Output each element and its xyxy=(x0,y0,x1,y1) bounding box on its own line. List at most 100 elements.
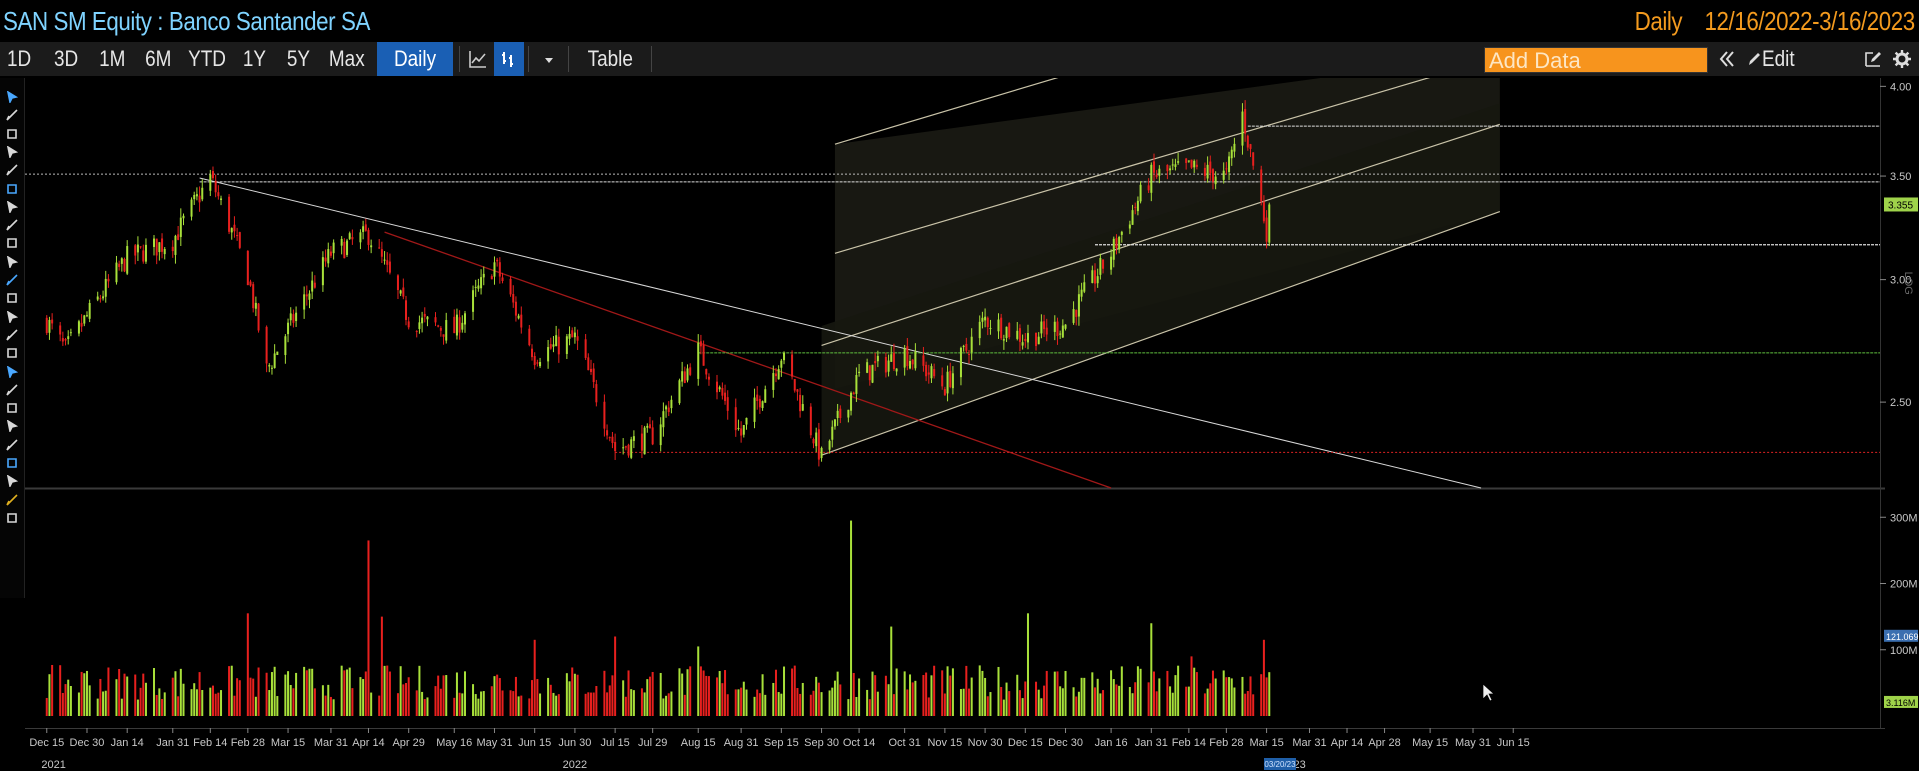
volume-bar xyxy=(1136,666,1139,716)
candle-body xyxy=(1190,159,1193,168)
add-data-field[interactable] xyxy=(1484,47,1708,73)
candle-body xyxy=(592,368,595,383)
caret-down-icon[interactable] xyxy=(534,42,564,76)
candle-body xyxy=(589,368,592,372)
candle-body xyxy=(892,352,895,370)
period-1d-button[interactable]: 1D xyxy=(0,42,38,76)
candle-body xyxy=(276,351,279,355)
x-tick-label: Mar 15 xyxy=(1249,737,1283,749)
volume-bar xyxy=(1174,675,1177,716)
candle-body xyxy=(815,432,818,447)
volume-bar xyxy=(292,688,295,716)
ohlc-bar-icon[interactable] xyxy=(494,42,524,76)
candle-body xyxy=(509,278,512,295)
volume-bar xyxy=(402,684,405,716)
candle-body xyxy=(386,260,389,265)
volume-bar xyxy=(772,682,775,716)
volume-bar xyxy=(689,666,692,716)
volume-bar xyxy=(472,684,475,716)
toolbar-divider xyxy=(528,46,529,72)
gear-icon[interactable] xyxy=(1888,42,1916,76)
volume-bar xyxy=(1134,682,1137,716)
volume-bar xyxy=(142,673,145,716)
candle-body xyxy=(1035,332,1038,347)
candle-body xyxy=(1169,168,1172,171)
candle-body xyxy=(305,294,308,297)
candle-body xyxy=(659,424,662,446)
candle-body xyxy=(99,298,102,300)
volume-bar xyxy=(104,690,107,716)
add-data-input[interactable] xyxy=(1489,48,1707,72)
candle-body xyxy=(707,376,710,380)
volume-bar xyxy=(493,676,496,716)
candle-body xyxy=(528,328,531,346)
volume-bar xyxy=(589,692,592,716)
volume-bar xyxy=(388,671,391,716)
candle-body xyxy=(670,399,673,409)
candle-body xyxy=(1016,330,1019,339)
x-tick-label: Sep 30 xyxy=(804,737,839,749)
period-display[interactable]: Daily 12/16/2022-3/16/2023 xyxy=(1635,6,1916,37)
period-1m-button[interactable]: 1M xyxy=(92,42,132,76)
volume-bar xyxy=(83,673,86,716)
candle-body xyxy=(80,322,83,327)
period-6m-button[interactable]: 6M xyxy=(137,42,179,76)
volume-bar xyxy=(405,683,408,716)
candle-body xyxy=(1139,184,1142,202)
volume-bar xyxy=(1024,681,1027,716)
volume-bar xyxy=(455,672,458,716)
candle-body xyxy=(573,332,576,338)
volume-bar xyxy=(230,665,233,716)
toolbar-divider xyxy=(651,46,652,72)
double-chevron-left-icon[interactable] xyxy=(1712,42,1742,76)
edit-layout-icon[interactable] xyxy=(1862,42,1886,76)
period-5y-button[interactable]: 5Y xyxy=(278,42,318,76)
volume-bar xyxy=(1128,687,1131,716)
x-tick-label: May 31 xyxy=(1455,737,1491,749)
volume-bar xyxy=(573,673,576,716)
table-button[interactable]: Table xyxy=(572,42,648,76)
candle-body xyxy=(1187,160,1190,162)
candle-body xyxy=(514,301,517,316)
date-range-label: 12/16/2022-3/16/2023 xyxy=(1704,6,1916,36)
candle-body xyxy=(828,440,831,450)
candle-body xyxy=(136,244,139,253)
candle-body xyxy=(1077,294,1080,317)
candle-body xyxy=(415,331,418,333)
candle-body xyxy=(1131,210,1134,225)
candle-body xyxy=(874,361,877,364)
price-chart[interactable]: 4.003.503.002.50LOG300M200M100MDec 15 Dec… xyxy=(0,78,1919,771)
volume-bar xyxy=(1169,686,1172,716)
candle-body xyxy=(64,339,67,341)
volume-bar xyxy=(1225,677,1228,716)
line-chart-icon[interactable] xyxy=(462,42,494,76)
volume-bar xyxy=(490,686,493,716)
frequency-dropdown[interactable]: Daily ▼ xyxy=(377,42,453,105)
candle-body xyxy=(817,429,820,460)
volume-bar xyxy=(378,695,381,716)
volume-bar xyxy=(1043,685,1046,716)
candle-body xyxy=(812,438,815,444)
candle-body xyxy=(643,427,646,455)
candle-body xyxy=(496,259,499,262)
candle-body xyxy=(102,296,105,299)
period-1y-button[interactable]: 1Y xyxy=(236,42,272,76)
period-3d-button[interactable]: 3D xyxy=(46,42,86,76)
candle-body xyxy=(662,411,665,428)
candle-body xyxy=(512,293,515,303)
edit-chart-button[interactable]: Edit Chart xyxy=(1762,42,1858,105)
candle-body xyxy=(378,247,381,249)
candle-body xyxy=(1008,323,1011,338)
volume-bar xyxy=(866,689,869,716)
pencil-icon[interactable] xyxy=(1746,42,1762,76)
candle-body xyxy=(799,394,802,412)
candle-body xyxy=(1268,204,1271,243)
candle-body xyxy=(308,293,311,300)
period-max-button[interactable]: Max xyxy=(323,42,371,76)
volume-bar xyxy=(99,678,102,716)
volume-bar xyxy=(118,669,121,716)
volume-bar xyxy=(1185,686,1188,716)
candle-body xyxy=(737,427,740,429)
period-ytd-button[interactable]: YTD xyxy=(184,42,230,76)
candle-body xyxy=(914,351,917,369)
